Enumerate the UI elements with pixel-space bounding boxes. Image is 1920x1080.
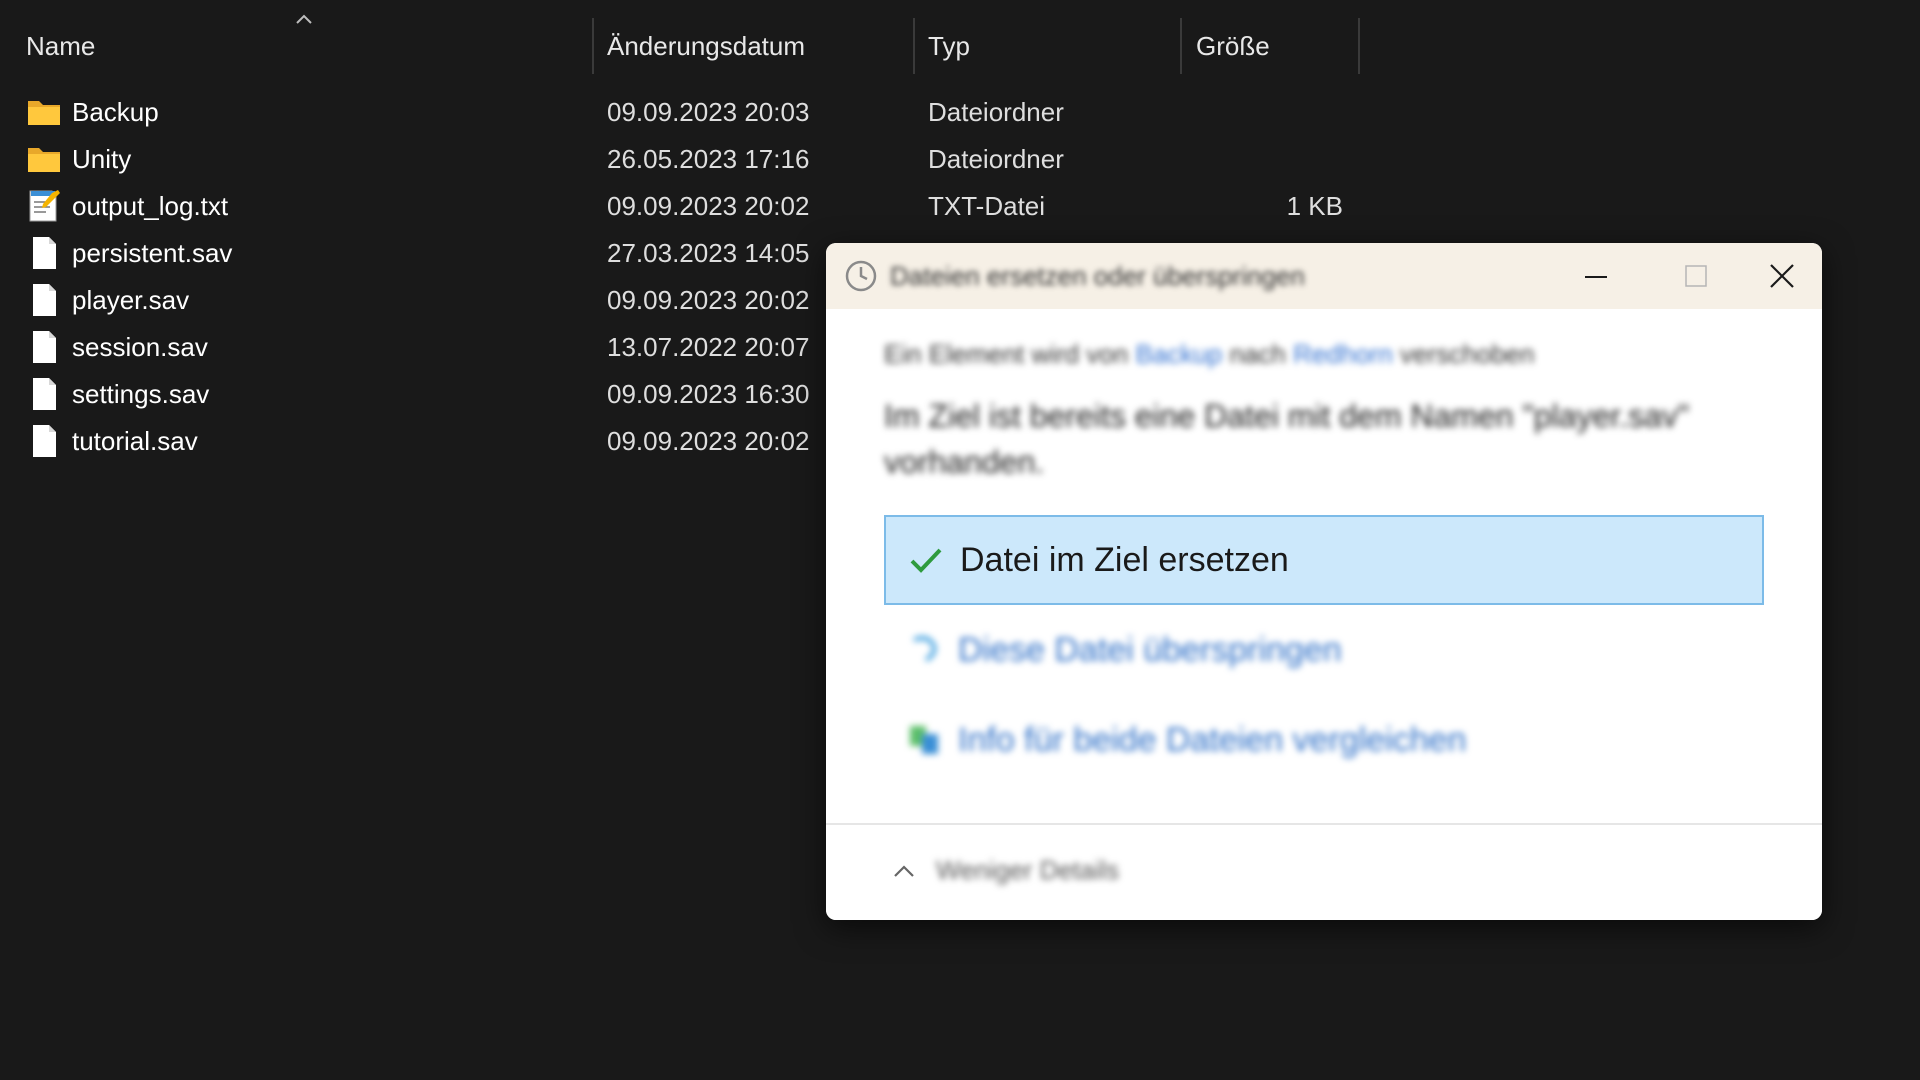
file-date: 09.09.2023 16:30	[607, 379, 810, 409]
close-icon	[1770, 264, 1794, 288]
fewer-details-toggle[interactable]: Weniger Details	[892, 855, 1119, 886]
maximize-button[interactable]	[1656, 243, 1736, 309]
file-name: output_log.txt	[72, 191, 229, 221]
file-date: 27.03.2023 14:05	[607, 238, 810, 268]
chevron-up-icon	[894, 864, 914, 877]
file-type: Dateiordner	[928, 144, 1064, 174]
column-header-size[interactable]: Größe	[1196, 0, 1356, 92]
folder-icon	[28, 101, 60, 125]
file-icon	[33, 284, 56, 316]
column-header-name-label: Name	[26, 30, 96, 61]
checkmark-icon	[906, 540, 946, 580]
clock-icon	[845, 260, 877, 292]
close-button[interactable]	[1742, 243, 1822, 309]
file-name: Backup	[72, 97, 159, 127]
dialog-title: Dateien ersetzen oder überspringen	[890, 261, 1305, 291]
file-name: settings.sav	[72, 379, 210, 409]
sort-ascending-icon	[296, 14, 312, 24]
list-item[interactable]: output_log.txt 09.09.2023 20:02 TXT-Date…	[0, 182, 1400, 229]
file-name: session.sav	[72, 332, 208, 362]
subtitle-suffix: verschoben	[1400, 339, 1535, 369]
list-item[interactable]: Unity 26.05.2023 17:16 Dateiordner	[0, 135, 1400, 182]
column-header-date[interactable]: Änderungsdatum	[607, 0, 907, 92]
dialog-titlebar[interactable]: Dateien ersetzen oder überspringen	[826, 243, 1822, 309]
file-name: player.sav	[72, 285, 190, 315]
file-date: 09.09.2023 20:02	[607, 191, 810, 221]
skip-arrow-icon	[904, 630, 944, 670]
dialog-message: Im Ziel ist bereits eine Datei mit dem N…	[884, 398, 1690, 480]
subtitle-prefix: Ein Element wird von	[884, 339, 1129, 369]
file-name: persistent.sav	[72, 238, 233, 268]
source-folder-link[interactable]: Backup	[1135, 339, 1222, 369]
file-icon	[33, 331, 56, 363]
subtitle-mid: nach	[1229, 339, 1286, 369]
column-separator[interactable]	[1358, 18, 1360, 74]
maximize-icon	[1685, 265, 1707, 287]
replace-or-skip-dialog: Dateien ersetzen oder überspringen Ein E…	[826, 243, 1822, 920]
file-icon	[33, 378, 56, 410]
file-date: 13.07.2022 20:07	[607, 332, 810, 362]
compare-files-option[interactable]: Info für beide Dateien vergleichen	[884, 695, 1764, 785]
file-name: Unity	[72, 144, 132, 174]
replace-file-label: Datei im Ziel ersetzen	[960, 540, 1289, 579]
compare-files-label: Info für beide Dateien vergleichen	[958, 720, 1467, 759]
folder-icon	[28, 148, 60, 172]
column-separator[interactable]	[1180, 18, 1182, 74]
file-name: tutorial.sav	[72, 426, 198, 456]
column-header-type-label: Typ	[928, 30, 970, 61]
file-date: 09.09.2023 20:03	[607, 97, 810, 127]
column-header-date-label: Änderungsdatum	[607, 30, 806, 61]
text-file-icon	[29, 190, 60, 222]
dialog-footer: Weniger Details	[826, 823, 1822, 920]
file-icon	[33, 237, 56, 269]
replace-file-option[interactable]: Datei im Ziel ersetzen	[884, 515, 1764, 605]
skip-file-option[interactable]: Diese Datei überspringen	[884, 605, 1764, 695]
file-icon	[33, 425, 56, 457]
file-date: 09.09.2023 20:02	[607, 285, 810, 315]
file-type: Dateiordner	[928, 97, 1064, 127]
dialog-subtitle: Ein Element wird von Backup nach Redhorn…	[884, 339, 1534, 370]
file-date: 09.09.2023 20:02	[607, 426, 810, 456]
file-date: 26.05.2023 17:16	[607, 144, 810, 174]
minimize-icon	[1585, 276, 1607, 278]
column-header-type[interactable]: Typ	[928, 0, 1178, 92]
column-separator[interactable]	[913, 18, 915, 74]
compare-files-icon	[904, 720, 944, 760]
file-type: TXT-Datei	[928, 191, 1046, 221]
list-item[interactable]: Backup 09.09.2023 20:03 Dateiordner	[0, 88, 1400, 135]
file-size: 1 KB	[1286, 191, 1343, 221]
fewer-details-label: Weniger Details	[936, 855, 1120, 885]
target-folder-link[interactable]: Redhorn	[1293, 339, 1393, 369]
minimize-button[interactable]	[1556, 243, 1636, 309]
column-separator[interactable]	[592, 18, 594, 74]
column-header-size-label: Größe	[1196, 30, 1270, 61]
skip-file-label: Diese Datei überspringen	[958, 630, 1342, 669]
